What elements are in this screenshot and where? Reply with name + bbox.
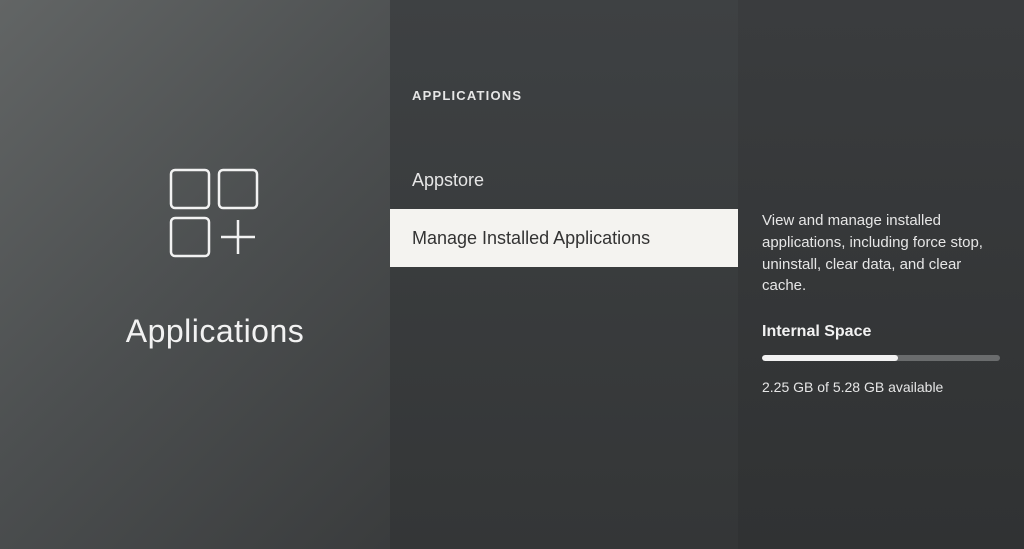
left-panel: Applications [0, 0, 390, 549]
menu-item-label: Manage Installed Applications [412, 228, 650, 249]
applications-icon [155, 160, 275, 285]
internal-space-label: Internal Space [762, 323, 1000, 341]
menu-section-header: APPLICATIONS [390, 88, 738, 103]
internal-space-progress-fill [762, 355, 898, 361]
detail-description: View and manage installed applications, … [762, 210, 1000, 297]
menu-item-label: Appstore [412, 170, 484, 191]
internal-space-progress [762, 355, 1000, 361]
menu-item-appstore[interactable]: Appstore [390, 151, 738, 209]
menu-panel: APPLICATIONS Appstore Manage Installed A… [390, 0, 738, 549]
internal-space-detail: 2.25 GB of 5.28 GB available [762, 379, 1000, 395]
settings-screen: Applications APPLICATIONS Appstore Manag… [0, 0, 1024, 549]
left-panel-title: Applications [126, 313, 305, 350]
detail-panel: View and manage installed applications, … [738, 0, 1024, 549]
menu-item-manage-installed-applications[interactable]: Manage Installed Applications [390, 209, 738, 267]
